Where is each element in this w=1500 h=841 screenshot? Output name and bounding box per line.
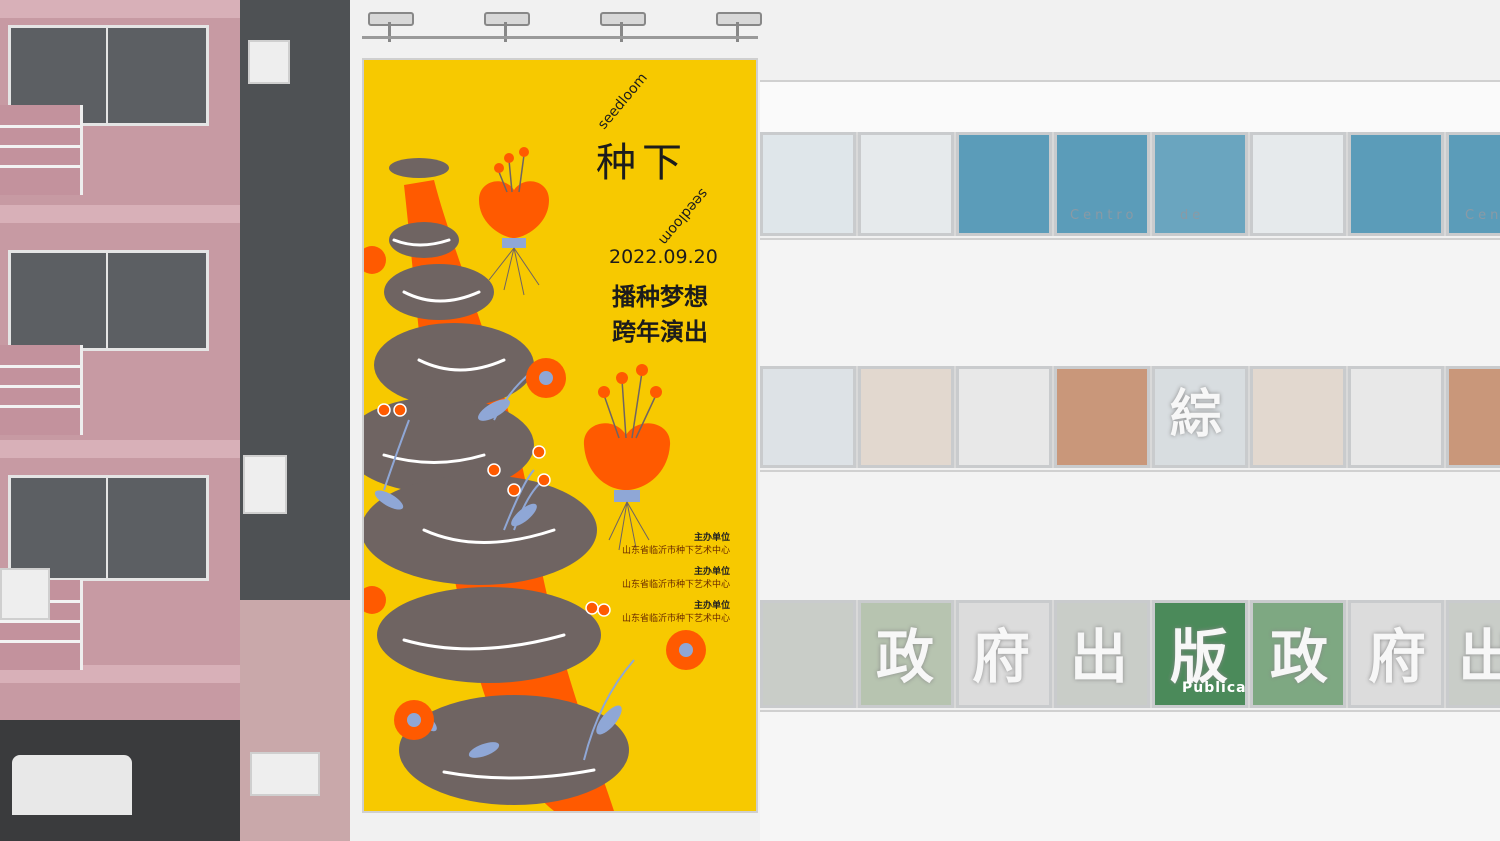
billboard-lamp xyxy=(484,12,530,26)
sign-character: 出 xyxy=(1070,623,1129,691)
balcony xyxy=(0,345,83,435)
sign-character: 府 xyxy=(1368,623,1427,691)
organizer-heading: 主办单位 xyxy=(693,601,730,611)
facade-band xyxy=(760,80,1500,134)
building-corner xyxy=(240,600,350,841)
sign-character: 綜 xyxy=(1170,385,1223,445)
organizer-heading: 主办单位 xyxy=(693,533,730,543)
sign-character: 政 xyxy=(1270,623,1329,691)
window xyxy=(8,475,209,581)
sign-character: 府 xyxy=(972,623,1031,691)
organizer-name: 山东省临沂市种下艺术中心 xyxy=(621,614,730,624)
sign-text: de xyxy=(1180,208,1205,223)
billboard-poster: seedloom seedloom 种下 2022.09.20 播种梦想 跨年演… xyxy=(362,58,758,813)
organizer-block: 主办单位 山东省临沂市种下艺术中心 xyxy=(622,530,730,556)
sign-text: Centro xyxy=(1070,208,1138,223)
facade-band xyxy=(760,710,1500,841)
facade-strip xyxy=(0,440,240,458)
organizer-name: 山东省临沂市种下艺术中心 xyxy=(621,546,730,556)
billboard-lamp xyxy=(600,12,646,26)
pink-apartment-building xyxy=(0,0,240,841)
window xyxy=(8,250,209,351)
billboard-lamp xyxy=(716,12,762,26)
balcony xyxy=(0,105,83,195)
street-scene: Centro de Cen 綜 政 府 出 版 政 府 出 Publica se… xyxy=(0,0,1500,841)
facade-strip xyxy=(0,205,240,223)
svg-text:seedloom: seedloom xyxy=(595,70,651,132)
svg-text:seedloom: seedloom xyxy=(655,185,711,247)
facade-band xyxy=(760,238,1500,368)
organizer-name: 山东省临沂市种下艺术中心 xyxy=(621,580,730,590)
air-conditioner xyxy=(0,568,50,620)
organizer-heading: 主办单位 xyxy=(693,567,730,577)
sign-text: Publica xyxy=(1182,680,1247,696)
sign-character: 出 xyxy=(1458,623,1500,691)
air-conditioner xyxy=(243,455,287,514)
poster-illustration: seedloom seedloom xyxy=(364,70,711,811)
sign-character: 政 xyxy=(876,623,935,691)
poster-date: 2022.09.20 xyxy=(609,246,718,268)
parked-car xyxy=(12,755,132,815)
slogan-line: 播种梦想 xyxy=(612,283,708,311)
facade-strip xyxy=(0,0,240,18)
sign-text: Cen xyxy=(1465,208,1500,223)
organizer-block: 主办单位 山东省临沂市种下艺术中心 xyxy=(622,564,730,590)
slogan-line: 跨年演出 xyxy=(612,318,708,346)
billboard-lamp xyxy=(368,12,414,26)
poster-slogan: 播种梦想 跨年演出 xyxy=(612,280,752,350)
air-conditioner xyxy=(250,752,320,796)
facade-band xyxy=(760,470,1500,602)
air-conditioner xyxy=(248,40,290,84)
window-row xyxy=(760,366,1500,468)
poster-title: 种下 xyxy=(596,140,688,186)
organizer-block: 主办单位 山东省临沂市种下艺术中心 xyxy=(622,598,730,624)
